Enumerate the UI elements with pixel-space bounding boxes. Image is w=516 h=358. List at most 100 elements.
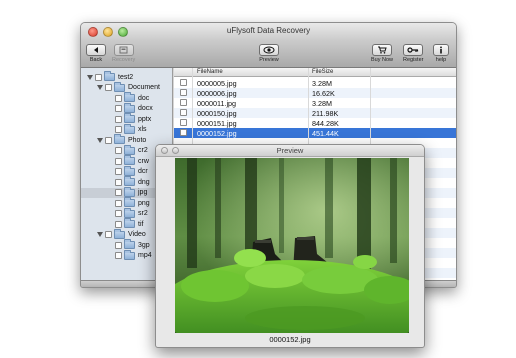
recovery-button[interactable]: Recovery <box>112 44 135 63</box>
sidebar-checkbox[interactable] <box>115 220 122 228</box>
sidebar-checkbox[interactable] <box>115 189 122 196</box>
sidebar-checkbox[interactable] <box>115 147 122 154</box>
sidebar-checkbox[interactable] <box>95 73 102 81</box>
sidebar-checkbox[interactable] <box>115 157 122 165</box>
file-checkbox[interactable] <box>180 79 187 86</box>
preview-title-bar[interactable]: Preview <box>156 145 424 157</box>
folder-icon <box>124 155 135 165</box>
file-name: 0000006.jpg <box>197 89 237 98</box>
folder-icon <box>124 186 135 197</box>
folder-icon <box>124 113 135 123</box>
file-row[interactable]: 0000151.jpg 844.28K <box>174 118 456 128</box>
back-button[interactable]: Back <box>86 44 106 63</box>
disclosure-triangle-icon[interactable] <box>97 85 103 90</box>
info-icon <box>433 44 449 56</box>
sidebar-item-label: mp4 <box>138 252 152 259</box>
file-row[interactable]: 0000150.jpg 211.98K <box>174 108 456 118</box>
recovery-disk-icon <box>113 44 134 56</box>
folder-icon <box>104 71 115 81</box>
file-size: 211.98K <box>312 109 339 118</box>
sidebar-item-label: jpg <box>138 189 148 196</box>
sidebar-checkbox[interactable] <box>115 252 122 259</box>
file-row[interactable]: 0000011.jpg 3.28M <box>174 98 456 108</box>
disclosure-triangle-icon[interactable] <box>97 137 103 143</box>
sidebar-checkbox[interactable] <box>115 168 122 175</box>
sidebar-item-document[interactable]: Document <box>81 81 172 93</box>
preview-title: Preview <box>276 146 304 155</box>
sidebar-item-label: Video <box>128 231 146 238</box>
file-name: 0000005.jpg <box>197 79 237 88</box>
sidebar-checkbox[interactable] <box>105 231 112 238</box>
sidebar-checkbox[interactable] <box>115 126 122 133</box>
preview-image <box>175 158 409 333</box>
file-checkbox[interactable] <box>180 109 187 116</box>
title-bar[interactable]: uFlysoft Data Recovery <box>81 23 456 42</box>
sidebar-item-xls[interactable]: xls <box>81 123 172 135</box>
sidebar-item-label: sr2 <box>138 210 148 217</box>
file-row[interactable]: 0000005.jpg 3.28M <box>174 78 456 88</box>
sidebar-item-pptx[interactable]: pptx <box>81 113 172 124</box>
sidebar-item-label: dcr <box>138 168 148 175</box>
sidebar-checkbox[interactable] <box>115 115 122 123</box>
sidebar-checkbox[interactable] <box>115 94 122 102</box>
folder-icon <box>124 102 135 113</box>
file-size: 3.28M <box>312 99 332 108</box>
preview-label: Preview <box>259 57 279 63</box>
sidebar-checkbox[interactable] <box>115 241 122 249</box>
sidebar-item-label: png <box>138 199 150 207</box>
sidebar-item-label: crw <box>138 157 149 165</box>
sidebar-item-label: doc <box>138 94 150 102</box>
toolbar: Back Recovery Preview Buy Now Register h… <box>81 42 456 68</box>
folder-icon <box>124 144 135 155</box>
sidebar-item-label: test2 <box>118 73 134 81</box>
sidebar-checkbox[interactable] <box>105 136 112 144</box>
file-checkbox[interactable] <box>180 129 187 136</box>
folder-icon <box>124 218 135 228</box>
register-button[interactable]: Register <box>403 44 423 63</box>
file-row[interactable]: 0000152.jpg 451.44K <box>174 128 456 138</box>
buy-now-button[interactable]: Buy Now <box>371 44 393 63</box>
cart-icon <box>372 44 392 56</box>
folder-icon <box>124 123 135 134</box>
file-checkbox[interactable] <box>180 119 187 126</box>
file-name: 0000011.jpg <box>197 99 237 108</box>
folder-icon <box>114 134 125 144</box>
column-header-filesize[interactable]: FileSize <box>312 69 333 75</box>
sidebar-item-doc[interactable]: doc <box>81 92 172 103</box>
file-name: 0000152.jpg <box>197 129 237 138</box>
back-icon <box>86 44 106 56</box>
folder-icon <box>124 207 135 218</box>
file-checkbox[interactable] <box>180 89 187 96</box>
disclosure-triangle-icon[interactable] <box>87 74 93 80</box>
recovery-label: Recovery <box>112 57 136 63</box>
file-size: 16.62K <box>312 89 335 98</box>
help-label: help <box>435 57 447 63</box>
sidebar-item-label: Document <box>128 84 160 91</box>
sidebar-item-label: pptx <box>138 115 152 123</box>
file-size: 844.28K <box>312 119 339 128</box>
sidebar-checkbox[interactable] <box>115 199 122 207</box>
disclosure-triangle-icon[interactable] <box>97 232 103 237</box>
sidebar-checkbox[interactable] <box>115 178 122 186</box>
folder-icon <box>124 249 135 260</box>
sidebar-item-docx[interactable]: docx <box>81 102 172 114</box>
sidebar-item-label: tif <box>138 220 144 228</box>
sidebar-checkbox[interactable] <box>115 210 122 217</box>
file-size: 3.28M <box>312 79 332 88</box>
sidebar-item-label: dng <box>138 178 150 186</box>
file-row[interactable]: 0000006.jpg 16.62K <box>174 88 456 98</box>
folder-icon <box>124 176 135 186</box>
file-checkbox[interactable] <box>180 99 187 106</box>
sidebar-checkbox[interactable] <box>115 105 122 112</box>
sidebar-item-test2[interactable]: test2 <box>81 71 172 82</box>
sidebar-item-label: cr2 <box>138 147 148 154</box>
help-button[interactable]: help <box>433 44 449 63</box>
file-size: 451.44K <box>312 129 339 138</box>
eye-icon <box>259 44 279 56</box>
file-list-header: FileName FileSize <box>174 68 456 77</box>
folder-icon <box>124 239 135 249</box>
folder-icon <box>114 81 125 92</box>
column-header-filename[interactable]: FileName <box>197 69 223 75</box>
sidebar-checkbox[interactable] <box>105 84 112 91</box>
preview-button[interactable]: Preview <box>259 44 279 63</box>
